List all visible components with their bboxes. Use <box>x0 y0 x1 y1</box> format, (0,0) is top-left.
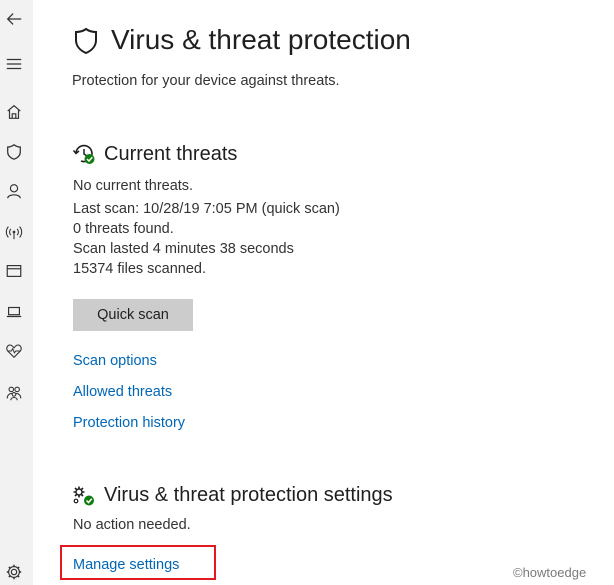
allowed-threats-link[interactable]: Allowed threats <box>73 384 172 400</box>
watermark-text: ©howtoedge <box>513 565 587 580</box>
main-content: Virus & threat protection Protection for… <box>33 0 614 585</box>
sidebar <box>0 0 33 585</box>
heart-pulse-icon[interactable] <box>4 341 24 361</box>
protection-settings-title: Virus & threat protection settings <box>104 484 393 506</box>
threats-found-text: 0 threats found. <box>73 221 174 237</box>
protection-history-link[interactable]: Protection history <box>73 415 185 431</box>
manage-settings-link[interactable]: Manage settings <box>73 557 179 573</box>
back-arrow-icon[interactable] <box>4 9 24 29</box>
hamburger-menu-icon[interactable] <box>4 54 24 74</box>
gear-icon[interactable] <box>4 562 24 582</box>
wireless-icon[interactable] <box>4 222 24 242</box>
home-icon[interactable] <box>4 102 24 122</box>
person-icon[interactable] <box>4 181 24 201</box>
app-browser-icon[interactable] <box>4 261 24 281</box>
settings-status: No action needed. <box>73 517 191 533</box>
shield-icon <box>72 27 102 55</box>
page-subtitle: Protection for your device against threa… <box>72 73 340 89</box>
quick-scan-button[interactable]: Quick scan <box>73 299 193 331</box>
family-icon[interactable] <box>4 383 24 403</box>
settings-gears-icon <box>72 485 96 507</box>
files-scanned-text: 15374 files scanned. <box>73 261 207 277</box>
shield-icon[interactable] <box>4 142 24 162</box>
last-scan-text: Last scan: 10/28/19 7:05 PM (quick scan) <box>73 201 340 217</box>
laptop-icon[interactable] <box>4 302 24 322</box>
scan-duration-text: Scan lasted 4 minutes 38 seconds <box>73 241 294 257</box>
scan-options-link[interactable]: Scan options <box>73 353 157 369</box>
threat-status: No current threats. <box>73 178 194 194</box>
current-threats-title: Current threats <box>104 143 238 165</box>
page-title: Virus & threat protection <box>111 24 411 55</box>
scan-history-icon <box>72 142 96 166</box>
